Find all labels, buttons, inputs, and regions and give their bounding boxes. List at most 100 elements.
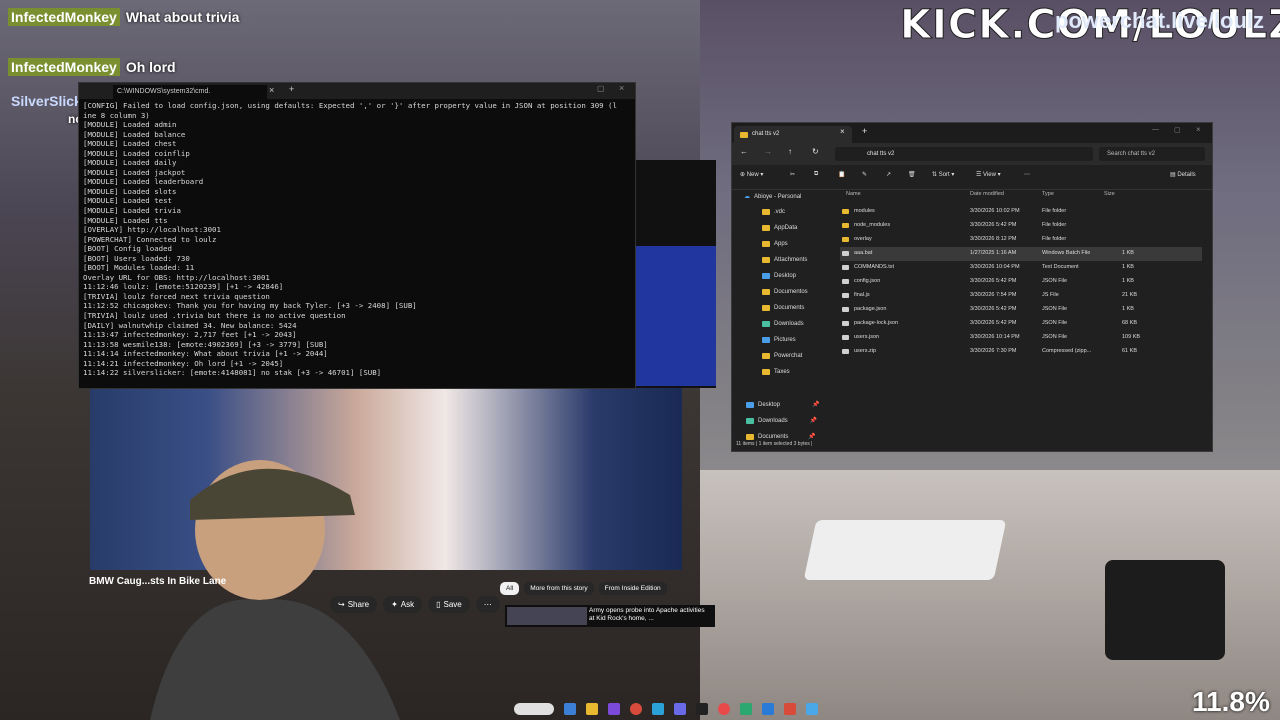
file-icon — [842, 307, 849, 312]
file-row[interactable]: users.json 3/30/2026 10:14 PM JSON File 109… — [840, 331, 1202, 345]
obs-icon[interactable] — [718, 703, 730, 715]
recommended-video[interactable]: Army opens probe into Apache activities … — [505, 605, 715, 627]
nav-root[interactable]: ☁ Abioye - Personal — [744, 193, 801, 201]
file-row[interactable]: package-lock.json 3/30/2026 5:42 PM JSON F… — [840, 317, 1202, 331]
file-row[interactable]: final.js 3/30/2026 7:54 PM JS File 21 KB — [840, 289, 1202, 303]
file-row[interactable]: aaa.bat 1/27/2025 1:16 AM Windows Batch Fi… — [840, 247, 1202, 261]
nav-item-apps[interactable]: Apps — [762, 241, 788, 247]
maximize-icon[interactable]: ▢ — [597, 84, 605, 93]
window-close-icon[interactable]: × — [619, 83, 624, 93]
nav-item-powerchat[interactable]: Powerchat — [762, 353, 802, 359]
vscode-icon[interactable] — [762, 703, 774, 715]
terminal-titlebar[interactable]: C:\WINDOWS\system32\cmd. × + ▢ × — [79, 83, 635, 99]
terminal-line: [MODULE] Loaded leaderboard — [83, 177, 204, 187]
explorer-tab[interactable]: chat tts v2 — [734, 126, 852, 143]
file-row[interactable]: node_modules 3/30/2026 5:42 PM File folder — [840, 219, 1202, 233]
share-icon[interactable]: ↗ — [886, 171, 891, 178]
video-title[interactable]: BMW Caug...sts In Bike Lane — [89, 576, 226, 587]
task-view-icon[interactable] — [564, 703, 576, 715]
chip-more-from-story[interactable]: More from this story — [524, 582, 594, 595]
app-icon[interactable] — [608, 703, 620, 715]
keyboard-pad — [803, 520, 1007, 580]
terminal-line: ine 8 column 3) — [83, 110, 150, 120]
nav-item-documentos[interactable]: Documentos — [762, 289, 808, 295]
column-date[interactable]: Date modified — [970, 191, 1004, 197]
terminal-window[interactable]: C:\WINDOWS\system32\cmd. × + ▢ × [CONFIG… — [78, 82, 636, 389]
chip-inside-edition[interactable]: From Inside Edition — [598, 582, 667, 595]
rename-icon[interactable]: ✎ — [862, 171, 867, 178]
nav-item-vdc[interactable]: .vdc — [762, 209, 785, 215]
copy-icon[interactable]: ⧉ — [814, 171, 818, 178]
search-input[interactable]: Search chat tts v2 — [1099, 147, 1205, 161]
terminal-tab[interactable]: C:\WINDOWS\system32\cmd. — [113, 85, 267, 99]
terminal-output: [CONFIG] Failed to load config.json, usi… — [83, 101, 631, 378]
forward-icon[interactable]: → — [764, 147, 772, 156]
discord-icon[interactable] — [674, 703, 686, 715]
nav-item-attachments[interactable]: Attachments — [762, 257, 807, 263]
address-bar[interactable]: chat tts v2 — [835, 147, 1093, 161]
paste-icon[interactable]: 📋 — [838, 171, 845, 178]
file-icon — [842, 251, 849, 256]
maximize-icon[interactable]: ▢ — [1174, 126, 1181, 134]
back-icon[interactable]: ← — [740, 147, 748, 156]
view-button[interactable]: ☰ View ▾ — [976, 171, 1001, 178]
file-row[interactable]: modules 3/30/2026 10:02 PM File folder — [840, 205, 1202, 219]
pin-icon: 📌 — [812, 402, 820, 408]
column-type[interactable]: Type — [1042, 191, 1054, 197]
save-button[interactable]: ▯ Save — [428, 596, 470, 613]
close-tab-icon[interactable]: × — [840, 127, 845, 136]
more-options-icon[interactable]: ⋯ — [1024, 171, 1030, 178]
cut-icon[interactable]: ✂ — [790, 171, 795, 178]
sort-button[interactable]: ⇅ Sort ▾ — [932, 171, 954, 178]
terminal-icon[interactable] — [696, 703, 708, 715]
file-row[interactable]: config.json 3/30/2026 5:42 PM JSON File 1 K… — [840, 275, 1202, 289]
minimize-icon[interactable]: — — [1152, 126, 1159, 133]
refresh-icon[interactable]: ↻ — [812, 147, 819, 156]
column-name[interactable]: Name — [846, 191, 861, 197]
edge-icon[interactable] — [652, 703, 664, 715]
file-date: 3/30/2026 10:04 PM — [970, 264, 1020, 270]
nav-item-desktop[interactable]: Desktop — [762, 273, 796, 279]
folder-icon — [762, 209, 770, 215]
xbox-icon[interactable] — [740, 703, 752, 715]
file-icon — [842, 335, 849, 340]
recommended-thumbnail[interactable] — [507, 607, 587, 625]
new-tab-icon[interactable]: + — [862, 126, 867, 136]
chip-all[interactable]: All — [500, 582, 520, 595]
folder-icon — [762, 305, 770, 311]
nav-item-appdata[interactable]: AppData — [762, 225, 797, 231]
file-row[interactable]: users.zip 3/30/2026 7:30 PM Compressed (zi… — [840, 345, 1202, 359]
recommended-title[interactable]: Army opens probe into Apache activities … — [589, 607, 709, 623]
new-tab-icon[interactable]: + — [289, 84, 294, 94]
details-button[interactable]: ▤ Details — [1170, 171, 1196, 178]
new-button[interactable]: ⊕ New ▾ — [740, 171, 763, 178]
file-row[interactable]: package.json 3/30/2026 5:42 PM JSON File 1 … — [840, 303, 1202, 317]
nav-item-documents[interactable]: Documents — [762, 305, 804, 311]
nav-item-pictures[interactable]: Pictures — [762, 337, 796, 343]
nav-item-downloads[interactable]: Downloads — [762, 321, 804, 327]
share-button[interactable]: ↪ Share — [330, 596, 378, 613]
quick-downloads[interactable]: Downloads 📌 — [746, 417, 817, 424]
ask-button[interactable]: ✦ Ask — [383, 596, 423, 613]
more-button[interactable]: ⋯ — [475, 596, 500, 613]
delete-icon[interactable]: 🗑 — [908, 171, 916, 178]
brave-icon[interactable] — [784, 703, 796, 715]
file-row[interactable]: overlay 3/30/2026 8:12 PM File folder — [840, 233, 1202, 247]
quick-desktop[interactable]: Desktop 📌 — [746, 401, 820, 408]
notepad-icon[interactable] — [806, 703, 818, 715]
window-close-icon[interactable]: × — [1196, 125, 1201, 134]
file-name: config.json — [854, 278, 881, 284]
file-row[interactable]: COMMANDS.txt 3/30/2026 10:04 PM Text Docum… — [840, 261, 1202, 275]
quick-documents[interactable]: Documents 📌 — [746, 433, 816, 440]
search-icon[interactable] — [514, 703, 554, 715]
column-size[interactable]: Size — [1104, 191, 1115, 197]
chrome-icon[interactable] — [630, 703, 642, 715]
close-icon[interactable]: × — [269, 85, 274, 95]
file-explorer-window[interactable]: chat tts v2 × + — ▢ × ← → ↑ ↻ chat tts v… — [731, 122, 1213, 452]
nav-item-taxes[interactable]: Taxes — [762, 369, 790, 375]
file-date: 3/30/2026 5:42 PM — [970, 320, 1017, 326]
up-icon[interactable]: ↑ — [788, 147, 792, 156]
file-type: JSON File — [1042, 334, 1068, 340]
explorer-icon[interactable] — [586, 703, 598, 715]
terminal-line: [TRIVIA] loulz used .trivia but there is… — [83, 311, 346, 321]
